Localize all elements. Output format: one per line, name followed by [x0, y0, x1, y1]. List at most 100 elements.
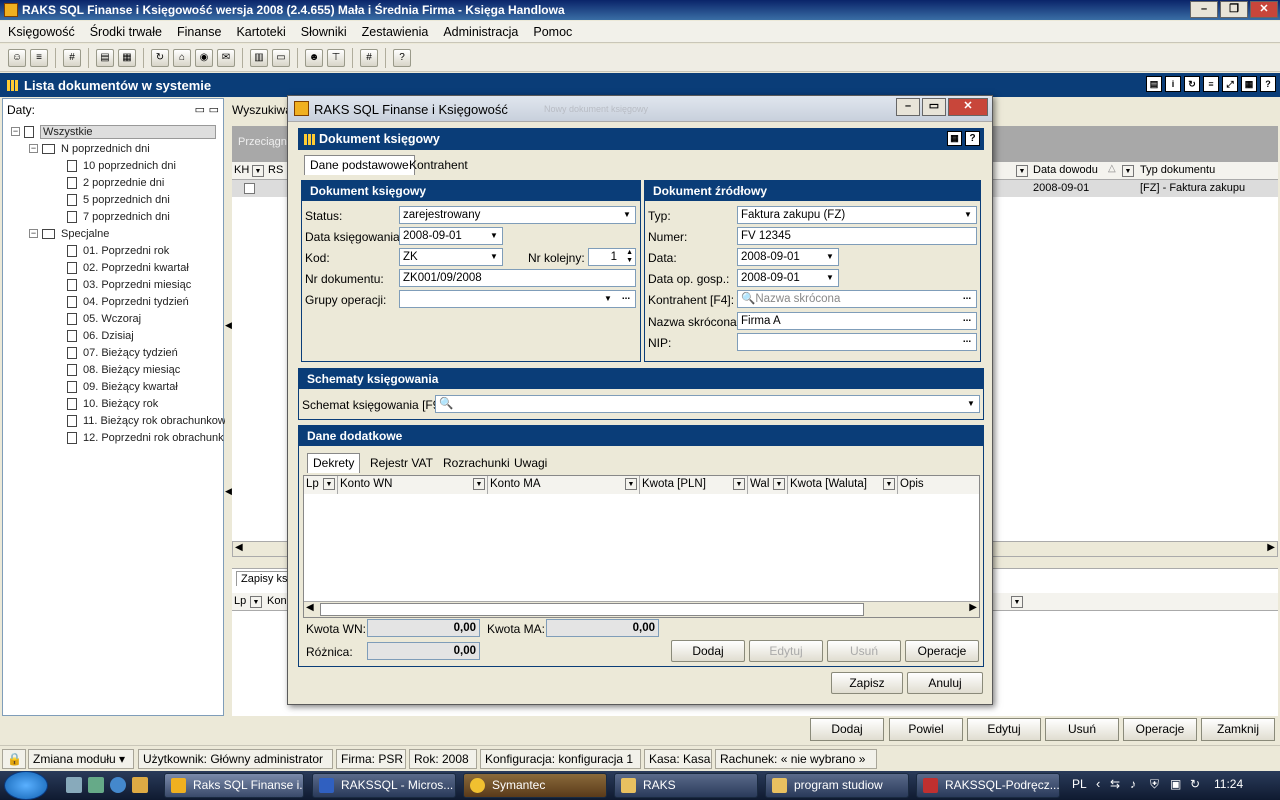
nazwa-field[interactable]: Firma A... [737, 312, 977, 330]
status-select[interactable]: zarejestrowany ▼ [399, 206, 636, 224]
col-lp[interactable]: Lp [234, 595, 246, 607]
quicklaunch-explorer-icon[interactable] [88, 777, 104, 793]
col-filter-icon[interactable]: ▼ [1016, 165, 1028, 177]
numer-field[interactable]: FV 12345 [737, 227, 977, 245]
tab-rejestr-vat[interactable]: Rejestr VAT [365, 454, 438, 474]
tree-item[interactable]: 2 poprzednie dni [83, 177, 164, 189]
kod-select[interactable]: ZK ▼ [399, 248, 503, 266]
quicklaunch-desktop-icon[interactable] [66, 777, 82, 793]
col-kwota-waluta[interactable]: Kwota [Waluta] ▼ [788, 476, 898, 494]
edytuj-main-button[interactable]: Edytuj [967, 718, 1041, 741]
col-opis[interactable]: Opis [898, 476, 979, 494]
toolbar-calc-icon[interactable]: # [63, 48, 81, 67]
folder-open-icon[interactable]: ▭ [209, 103, 219, 116]
toolbar-globe-icon[interactable]: ◉ [195, 48, 213, 67]
nr-kolejny-stepper[interactable]: 1 ▲ ▼ [588, 248, 636, 266]
refresh-icon[interactable]: ↻ [1184, 76, 1200, 92]
folder-collapse-icon[interactable]: ▭ [195, 103, 205, 116]
menu-slowniki[interactable]: Słowniki [301, 25, 347, 39]
task-raks-finanse[interactable]: Raks SQL Finanse i... [164, 773, 304, 798]
nip-field[interactable]: ... [737, 333, 977, 351]
col-filter-icon[interactable]: ▼ [250, 596, 262, 608]
toolbar-window-icon[interactable]: ▭ [272, 48, 290, 67]
tree-item[interactable]: 5 poprzednich dni [83, 194, 170, 206]
security-icon[interactable]: ⛨ [1150, 777, 1159, 792]
tree-item[interactable]: 04. Poprzedni tydzień [83, 296, 189, 308]
toolbar-home-icon[interactable]: ⌂ [173, 48, 191, 67]
task-symantec[interactable]: Symantec [463, 773, 607, 798]
col-lp[interactable]: Lp ▼ [304, 476, 338, 494]
edytuj-button[interactable]: Edytuj [749, 640, 823, 662]
zamknij-button[interactable]: Zamknij [1201, 718, 1275, 741]
menu-ksiegowosc[interactable]: Księgowość [8, 25, 75, 39]
collapse-icon[interactable]: − [29, 144, 38, 153]
scroll-left-icon[interactable]: ◀ [306, 602, 314, 613]
toolbar-book-icon[interactable]: ▦ [118, 48, 136, 67]
menu-srodki-trwale[interactable]: Środki trwałe [90, 25, 162, 39]
scroll-right-icon[interactable]: ▶ [969, 602, 977, 613]
scroll-right-icon[interactable]: ▶ [1267, 542, 1275, 553]
menu-finanse[interactable]: Finanse [177, 25, 221, 39]
clock[interactable]: 11:24 [1214, 777, 1243, 791]
dialog-grid-icon[interactable]: ▦ [947, 131, 962, 146]
scroll-thumb[interactable] [320, 603, 864, 616]
quicklaunch-ie-icon[interactable] [110, 777, 126, 793]
menu-pomoc[interactable]: Pomoc [533, 25, 572, 39]
tree-item[interactable]: 01. Poprzedni rok [83, 245, 169, 257]
tree-group-n-poprzednich[interactable]: N poprzednich dni [61, 143, 150, 155]
grupy-select[interactable]: ▼... [399, 290, 636, 308]
col-filter-icon[interactable]: ▼ [1011, 596, 1023, 608]
col-filter-icon[interactable]: ▼ [252, 165, 264, 177]
operacje-button[interactable]: Operacje [905, 640, 979, 662]
scroll-left-icon[interactable]: ◀ [235, 542, 243, 553]
tree-item[interactable]: 11. Bieżący rok obrachunkow [83, 415, 226, 427]
tab-dekrety[interactable]: Dekrety [307, 453, 361, 473]
powiel-button[interactable]: Powiel [889, 718, 963, 741]
print-icon[interactable]: ▤ [1146, 76, 1162, 92]
col-filter-icon[interactable]: ▼ [1122, 165, 1134, 177]
collapse-icon[interactable]: − [29, 229, 38, 238]
anuluj-button[interactable]: Anuluj [907, 672, 983, 694]
row-checkbox[interactable] [244, 183, 255, 194]
toolbar-hash-icon[interactable]: # [360, 48, 378, 67]
tree-item[interactable]: 03. Poprzedni miesiąc [83, 279, 191, 291]
nr-dokumentu-field[interactable]: ZK001/09/2008 [399, 269, 636, 287]
operacje-main-button[interactable]: Operacje [1123, 718, 1197, 741]
tab-rozrachunki[interactable]: Rozrachunki [438, 454, 515, 474]
toolbar-users-icon[interactable]: ☻ [305, 48, 323, 67]
tab-dane-podstawowe[interactable]: Dane podstawowe [304, 155, 415, 175]
menu-zestawienia[interactable]: Zestawienia [362, 25, 429, 39]
start-button[interactable] [4, 771, 48, 800]
dekrety-scrollbar[interactable]: ◀ ▶ [304, 601, 979, 617]
col-rs[interactable]: RS [268, 164, 283, 176]
usun-main-button[interactable]: Usuń [1045, 718, 1119, 741]
col-data-dowodu[interactable]: Data dowodu [1033, 164, 1098, 176]
col-wal[interactable]: Wal ▼ [748, 476, 788, 494]
toolbar-list-icon[interactable]: ≡ [30, 48, 48, 67]
usun-button[interactable]: Usuń [827, 640, 901, 662]
tree-group-specjalne[interactable]: Specjalne [61, 228, 109, 240]
tree-item[interactable]: 12. Poprzedni rok obrachunk [83, 432, 224, 444]
display-icon[interactable]: ▣ [1170, 777, 1181, 791]
tree-item[interactable]: 7 poprzednich dni [83, 211, 170, 223]
toolbar-people-icon[interactable]: ☺ [8, 48, 26, 67]
dodaj-button[interactable]: Dodaj [671, 640, 745, 662]
typ-select[interactable]: Faktura zakupu (FZ) ▼ [737, 206, 977, 224]
tab-uwagi[interactable]: Uwagi [509, 454, 552, 474]
list-icon[interactable]: ≡ [1203, 76, 1219, 92]
volume-icon[interactable]: ♪ [1130, 777, 1136, 791]
lock-icon[interactable]: 🔒 [2, 749, 26, 769]
task-rakssql-word[interactable]: RAKSSQL - Micros... [312, 773, 456, 798]
dodaj-main-button[interactable]: Dodaj [810, 718, 884, 741]
task-program-studiow[interactable]: program studiow [765, 773, 909, 798]
schemat-select[interactable]: 🔍 ▼ [435, 395, 980, 413]
menu-kartoteki[interactable]: Kartoteki [236, 25, 285, 39]
tree-item[interactable]: 09. Bieżący kwartał [83, 381, 178, 393]
col-konto-wn[interactable]: Konto WN ▼ [338, 476, 488, 494]
data-field[interactable]: 2008-09-01 ▼ [737, 248, 839, 266]
col-kon[interactable]: Kon [267, 595, 287, 607]
collapse-icon[interactable]: − [11, 127, 20, 136]
data-op-field[interactable]: 2008-09-01 ▼ [737, 269, 839, 287]
help-icon[interactable]: ? [1260, 76, 1276, 92]
tree-item[interactable]: 08. Bieżący miesiąc [83, 364, 180, 376]
